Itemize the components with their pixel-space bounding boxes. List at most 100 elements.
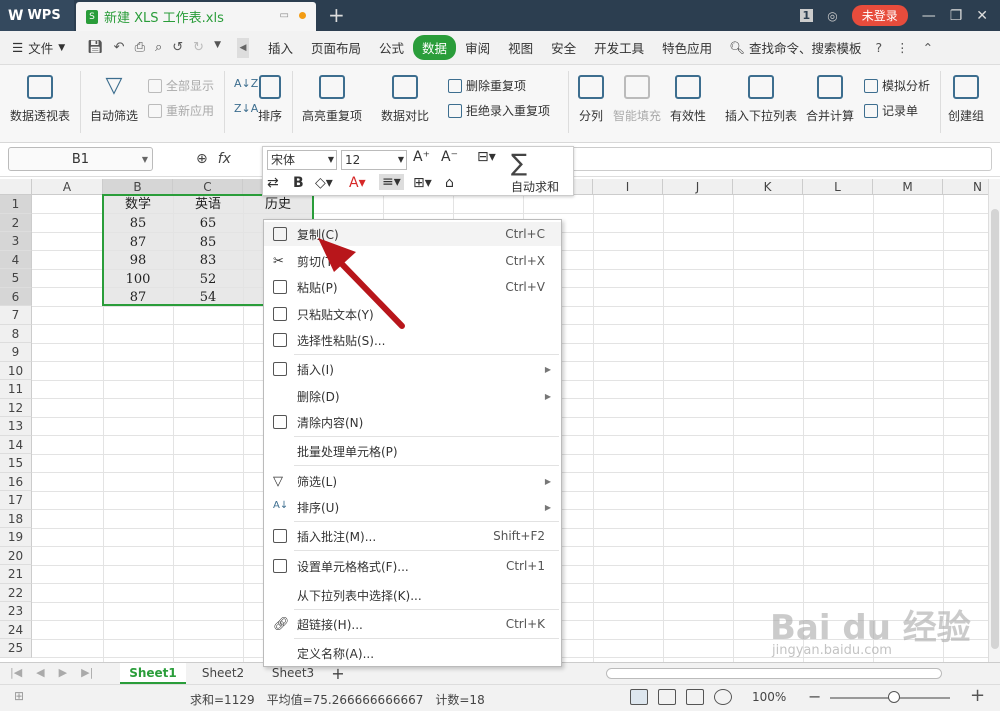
decrease-font-icon[interactable]: A⁻ <box>441 149 458 165</box>
row-header[interactable]: 10 <box>0 361 32 380</box>
print-icon[interactable]: ⎙ <box>135 40 145 55</box>
tab-view[interactable]: 视图 <box>499 35 542 60</box>
row-header[interactable]: 16 <box>0 472 32 491</box>
row-header[interactable]: 23 <box>0 602 32 621</box>
menu-item-copy[interactable]: 复制(C) Ctrl+C <box>264 222 561 246</box>
row-header[interactable]: 22 <box>0 583 32 602</box>
create-group-button[interactable]: 创建组 <box>948 75 984 124</box>
save-icon[interactable]: 💾︎ <box>87 40 104 55</box>
column-header[interactable]: J <box>663 179 733 195</box>
split-column-button[interactable]: 分列 <box>578 75 604 124</box>
wps-app-button[interactable]: W WPS <box>0 0 74 31</box>
borders-icon[interactable]: ⊞▾ <box>413 175 432 191</box>
row-header[interactable]: 7 <box>0 306 32 325</box>
help-icon[interactable]: ? <box>876 40 883 55</box>
menu-item-delete[interactable]: 删除(D) ▶ <box>264 384 561 408</box>
column-header[interactable]: K <box>733 179 803 195</box>
column-header[interactable]: B <box>103 179 173 195</box>
merge-cells-icon[interactable]: ⊟▾ <box>477 149 496 165</box>
font-color-icon[interactable]: A▾ <box>349 175 366 191</box>
skin-icon[interactable]: ◎ <box>827 9 837 23</box>
zoom-search-icon[interactable]: ⊕ <box>196 151 208 167</box>
tab-data[interactable]: 数据 <box>413 35 457 60</box>
row-header[interactable]: 1 <box>0 195 32 214</box>
page-break-icon[interactable] <box>686 689 704 705</box>
zoom-in-icon[interactable]: + <box>970 685 985 706</box>
vertical-scrollbar[interactable] <box>988 179 1000 662</box>
bold-icon[interactable]: B <box>293 175 304 191</box>
collapse-ribbon-icon[interactable]: ◀ <box>237 37 249 58</box>
row-header[interactable]: 18 <box>0 509 32 528</box>
simulate-analysis-button[interactable]: 模拟分析 <box>864 77 930 94</box>
format-painter-icon[interactable]: ⌂ <box>445 175 454 191</box>
row-header[interactable]: 4 <box>0 250 32 269</box>
menu-item-sort[interactable]: A↓ 排序(U) ▶ <box>264 495 561 519</box>
zoom-knob[interactable] <box>888 691 900 703</box>
collapse-up-icon[interactable]: ⌃ <box>923 40 933 55</box>
menu-item-cut[interactable]: ✂ 剪切(T) Ctrl+X <box>264 249 561 273</box>
sort-descending-button[interactable]: Z↓A <box>234 102 258 115</box>
reapply-button[interactable]: 重新应用 <box>148 102 214 119</box>
show-all-button[interactable]: 全部显示 <box>148 77 214 94</box>
tab-review[interactable]: 审阅 <box>456 35 499 60</box>
prev-sheet-icon[interactable]: ◀ <box>36 666 44 679</box>
sheet-tab-1[interactable]: Sheet1 <box>120 663 186 684</box>
tab-security[interactable]: 安全 <box>542 35 585 60</box>
row-header[interactable]: 3 <box>0 232 32 251</box>
row-header[interactable]: 2 <box>0 213 32 232</box>
row-header[interactable]: 5 <box>0 269 32 288</box>
menu-item-batch[interactable]: 批量处理单元格(P) <box>264 439 561 463</box>
column-header[interactable]: C <box>173 179 243 195</box>
row-header[interactable]: 12 <box>0 398 32 417</box>
row-header[interactable]: 9 <box>0 343 32 362</box>
macro-icon[interactable]: ⊞ <box>14 689 24 703</box>
row-header[interactable]: 25 <box>0 639 32 658</box>
horizontal-scrollbar[interactable] <box>606 668 942 679</box>
formula-input[interactable] <box>560 147 992 171</box>
tab-special[interactable]: 特色应用 <box>653 35 721 60</box>
validity-button[interactable]: 有效性 <box>670 75 706 124</box>
row-header[interactable]: 8 <box>0 324 32 343</box>
menu-item-define-name[interactable]: 定义名称(A)... <box>264 641 561 665</box>
row-header[interactable]: 19 <box>0 528 32 547</box>
file-menu[interactable]: ☰ 文件 ▼ <box>0 38 77 57</box>
new-tab-button[interactable]: + <box>328 3 345 27</box>
name-box[interactable]: B1 ▼ <box>8 147 153 171</box>
column-header[interactable]: L <box>803 179 873 195</box>
page-indicator[interactable]: 1 <box>799 9 814 22</box>
menu-item-paste-text[interactable]: 只粘贴文本(Y) <box>264 302 561 326</box>
fill-color-icon[interactable]: ◇▾ <box>315 175 333 191</box>
menu-item-insert[interactable]: 插入(I) ▶ <box>264 357 561 381</box>
column-header[interactable]: A <box>32 179 103 195</box>
autosum-icon[interactable]: ∑ <box>511 149 527 177</box>
next-sheet-icon[interactable]: ▶ <box>59 666 67 679</box>
document-tab[interactable]: S 新建 XLS 工作表.xls ▭ <box>76 2 316 31</box>
reject-duplicates-button[interactable]: 拒绝录入重复项 <box>448 102 550 119</box>
increase-font-icon[interactable]: A⁺ <box>413 149 430 165</box>
zoom-out-icon[interactable]: − <box>808 687 821 706</box>
sheet-tab-2[interactable]: Sheet2 <box>190 663 256 684</box>
row-header[interactable]: 24 <box>0 620 32 639</box>
row-header[interactable]: 20 <box>0 546 32 565</box>
consolidate-button[interactable]: 合并计算 <box>806 75 854 124</box>
select-all-corner[interactable] <box>0 179 32 195</box>
zoom-level[interactable]: 100% <box>752 690 786 704</box>
menu-item-hyperlink[interactable]: 🔗︎ 超链接(H)... Ctrl+K <box>264 612 561 636</box>
row-header[interactable]: 6 <box>0 287 32 306</box>
menu-item-insert-comment[interactable]: 插入批注(M)... Shift+F2 <box>264 524 561 548</box>
command-search[interactable]: 🔍︎ 查找命令、搜索模板 <box>729 38 861 57</box>
wrap-text-icon[interactable]: ⇄ <box>267 175 279 191</box>
menu-item-paste-special[interactable]: 选择性粘贴(S)... <box>264 328 561 352</box>
column-header[interactable]: M <box>873 179 943 195</box>
redo-icon[interactable]: ↻ <box>193 40 204 55</box>
pivot-table-button[interactable]: 数据透视表 <box>10 75 70 124</box>
monitor-icon[interactable]: ▭ <box>280 10 289 21</box>
tab-insert[interactable]: 插入 <box>259 35 302 60</box>
sort-button[interactable]: 排序 <box>258 75 282 124</box>
row-header[interactable]: 11 <box>0 380 32 399</box>
normal-view-icon[interactable] <box>630 689 648 705</box>
font-name-select[interactable]: 宋体 ▼ <box>267 150 337 170</box>
scroll-thumb[interactable] <box>991 209 999 649</box>
tab-formula[interactable]: 公式 <box>370 35 413 60</box>
row-header[interactable]: 21 <box>0 565 32 584</box>
